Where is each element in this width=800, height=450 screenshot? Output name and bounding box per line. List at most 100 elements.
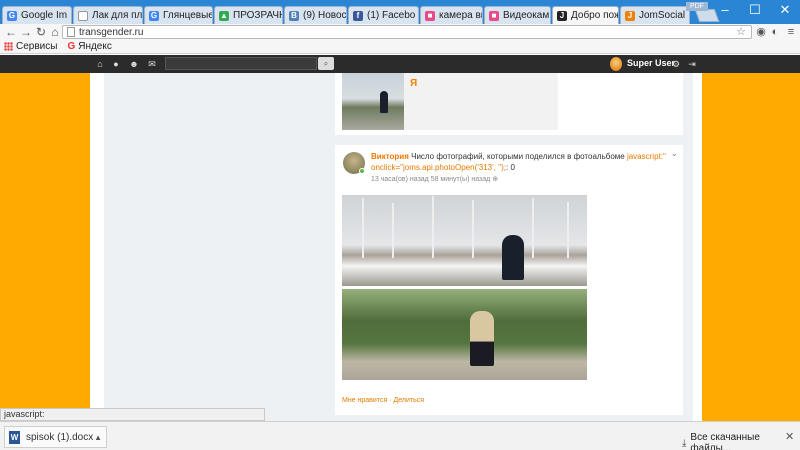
browser-tab[interactable]: ■ Видеокам× (484, 6, 551, 24)
activity-timestamp: 13 часа(ов) назад 58 минут(ы) назад ⊕ (371, 175, 498, 183)
home-icon[interactable]: ⌂ (94, 58, 106, 70)
home-icon[interactable]: ⌂ (48, 24, 62, 40)
chevron-down-icon[interactable]: ⌄ (671, 149, 678, 158)
download-icon: ⤓ (682, 437, 687, 449)
timestamp-text: 13 часа(ов) назад 58 минут(ы) назад (371, 176, 491, 183)
browser-tab[interactable]: В(9) Новост× (284, 6, 347, 24)
activity-user-link[interactable]: Я (410, 78, 417, 89)
back-icon[interactable]: ← (4, 24, 18, 40)
forward-icon[interactable]: → (19, 24, 33, 40)
photo-1[interactable] (342, 195, 587, 286)
maximize-icon[interactable]: ☐ (740, 0, 770, 20)
browser-tab[interactable]: J Добро пож × (552, 6, 619, 24)
bookmark-label: Яндекс (78, 41, 112, 52)
google-icon: G (149, 10, 159, 21)
word-file-icon: W (9, 430, 20, 444)
download-filename: spisok (1).docx (26, 431, 94, 443)
privacy-icon: ⊕ (492, 176, 499, 183)
tab-strip: GGoogle Im×Лак для пл×GГлянцевые×▲ПРОЗРА… (0, 0, 800, 24)
gear-icon[interactable]: ⚙ (670, 58, 682, 70)
status-bubble: javascript: (0, 408, 265, 421)
close-window-icon[interactable]: ✕ (770, 0, 800, 20)
left-accent-bar (0, 55, 90, 421)
reload-icon[interactable]: ↻ (34, 24, 48, 40)
search-icon[interactable]: ⌕ (318, 57, 334, 70)
browser-tab[interactable]: Лак для пл× (73, 6, 143, 24)
activity-card-photo: ⌄ Виктория Число фотографий, которыми по… (335, 145, 683, 415)
right-accent-bar (702, 55, 800, 421)
activity-count: : 0 (506, 163, 515, 172)
tab-title: камера ви (439, 10, 483, 21)
jomsocial-icon: J (625, 10, 635, 21)
minimize-icon[interactable]: – (710, 0, 740, 20)
market-icon: ■ (425, 10, 435, 21)
photo-2[interactable] (342, 289, 587, 380)
browser-toolbar: ← → ↻ ⌂ transgender.ru ☆ ◉ ◐ ≡ (0, 24, 800, 40)
friends-icon[interactable]: ☻ (128, 58, 140, 70)
google-icon: G (7, 10, 17, 21)
tab-title: Видеокам (503, 10, 550, 21)
browser-tab[interactable]: ▲ПРОЗРАЧН× (214, 6, 283, 24)
download-item[interactable]: W spisok (1).docx ▲ (4, 426, 107, 448)
browser-tab[interactable]: J JomSocial× (620, 6, 690, 24)
tab-close-icon[interactable]: × (142, 11, 143, 21)
bookmark-star-icon[interactable]: ☆ (736, 25, 746, 38)
logout-icon[interactable]: ⇥ (686, 58, 698, 70)
tab-close-icon[interactable]: × (685, 11, 689, 21)
tab-title: Google Im (21, 10, 68, 21)
joomla-icon: J (557, 10, 567, 21)
like-link[interactable]: Мне нравится (342, 397, 387, 404)
user-avatar-icon[interactable] (610, 57, 622, 71)
chevron-up-icon[interactable]: ▲ (94, 433, 102, 442)
activity-message: Число фотографий, которыми поделился в ф… (411, 152, 625, 161)
extension-icon[interactable]: ◉ (754, 25, 768, 39)
share-link[interactable]: Делиться (393, 397, 424, 404)
close-icon[interactable]: ✕ (785, 430, 794, 443)
online-status-icon (359, 168, 365, 174)
browser-tab[interactable]: ■камера ви× (420, 6, 483, 24)
bookmark-label: Сервисы (16, 41, 58, 52)
show-all-downloads[interactable]: ⤓ Все скачанные файлы... (682, 432, 800, 450)
bookmarks-bar: Сервисы G Яндекс (0, 40, 800, 54)
browser-tab[interactable]: G Google Im× (2, 6, 72, 24)
bookmark-yandex[interactable]: G Яндекс (67, 41, 111, 52)
bookmark-services[interactable]: Сервисы (4, 41, 57, 52)
tab-title: ПРОЗРАЧН (233, 10, 283, 21)
browser-tab[interactable]: f (1) Facebo× (348, 6, 419, 24)
tab-title: Добро пож (571, 10, 619, 21)
vk-icon: В (289, 10, 299, 21)
mail-icon[interactable]: ✉ (146, 58, 158, 70)
user-name[interactable]: Super User (627, 58, 675, 68)
activity-card: Я (335, 73, 683, 135)
tab-close-icon[interactable]: × (415, 11, 418, 21)
show-all-label: Все скачанные файлы... (690, 432, 760, 450)
tab-title: Глянцевые (163, 10, 213, 21)
site-search-input[interactable] (165, 57, 317, 70)
photo-thumbnail[interactable] (342, 73, 404, 130)
pdf-badge: PDF (686, 2, 708, 11)
sidebar-panel (104, 69, 325, 421)
tab-title: (9) Новост (303, 10, 347, 21)
market-icon: ■ (489, 10, 499, 21)
site-toolbar: ⌂ ● ☻ ✉ ⌕ Super User ⚙ ⇥ (0, 55, 800, 73)
yandex-icon: G (67, 41, 76, 52)
globe-icon[interactable]: ● (110, 58, 122, 70)
download-bar: W spisok (1).docx ▲ ⤓ Все скачанные файл… (0, 421, 800, 450)
doc-icon (78, 10, 88, 21)
tab-close-icon[interactable]: × (67, 11, 71, 21)
url-text: transgender.ru (79, 26, 144, 38)
author-link[interactable]: Виктория (371, 152, 409, 161)
address-bar[interactable]: transgender.ru ☆ (62, 25, 752, 39)
extension-icon-2[interactable]: ◐ (768, 25, 782, 39)
browser-tab[interactable]: G Глянцевые × (144, 6, 213, 24)
tab-close-icon[interactable]: × (549, 11, 550, 21)
activity-actions: Мне нравится · Делиться (342, 397, 425, 404)
tab-title: (1) Facebo (367, 10, 416, 21)
page-viewport: Я ⌄ Виктория Число фотографий, которыми … (0, 55, 800, 421)
activity-text: Виктория Число фотографий, которыми поде… (371, 151, 671, 173)
tab-title: Лак для пл (92, 10, 143, 21)
menu-icon[interactable]: ≡ (784, 25, 798, 39)
drive-icon: ▲ (219, 10, 229, 21)
facebook-icon: f (353, 10, 363, 21)
apps-icon (4, 42, 13, 51)
